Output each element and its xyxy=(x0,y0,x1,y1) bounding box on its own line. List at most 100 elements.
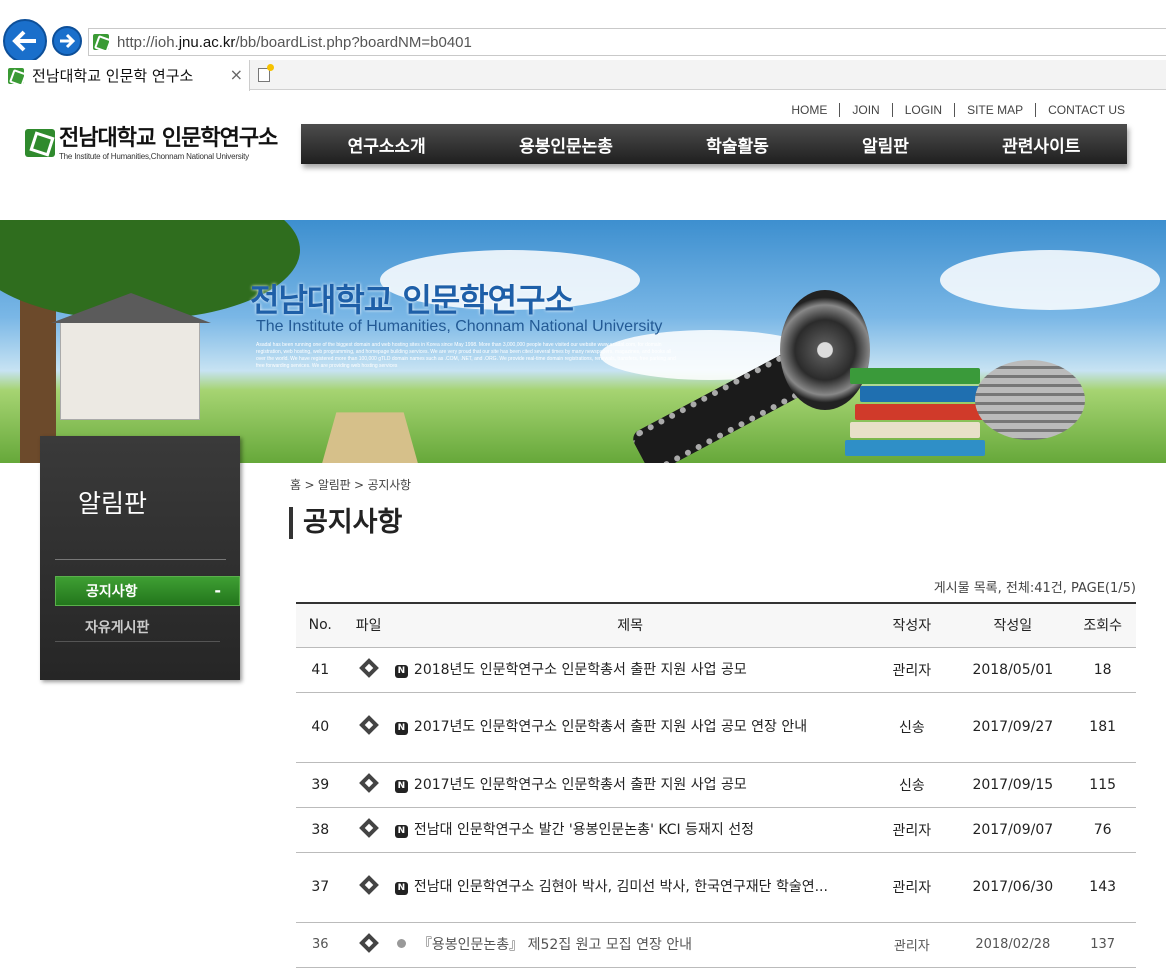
tab-close-icon[interactable]: × xyxy=(230,65,243,84)
attachment-icon[interactable] xyxy=(358,817,379,838)
gnb-item-journal[interactable]: 용봉인문논총 xyxy=(519,132,613,157)
table-row: 39 N 2017년도 인문학연구소 인문학총서 출판 지원 사업 공모 신송 2… xyxy=(296,762,1136,808)
sidebar-item-label: 공지사항 xyxy=(86,584,138,600)
col-author: 작성자 xyxy=(867,603,957,648)
banner-title: 전남대학교 인문학연구소 xyxy=(250,281,574,319)
gnb-item-activities[interactable]: 학술활동 xyxy=(706,132,769,157)
sidebar-item-label: 자유게시판 xyxy=(85,619,150,636)
new-tab-button[interactable] xyxy=(251,62,277,88)
hero-banner: 전남대학교 인문학연구소 The Institute of Humanities… xyxy=(0,220,1166,463)
row-title-cell: N 전남대 인문학연구소 김현아 박사, 김미선 박사, 한국연구재단 학술연..… xyxy=(392,852,868,923)
site-logo[interactable]: 전남대학교 인문학연구소 The Institute of Humanities… xyxy=(25,126,278,161)
row-file xyxy=(344,647,393,693)
table-row: 37 N 전남대 인문학연구소 김현아 박사, 김미선 박사, 한국연구재단 학술… xyxy=(296,852,1136,923)
sidebar-divider xyxy=(55,559,226,560)
row-no: 37 xyxy=(296,852,345,923)
book xyxy=(845,440,985,456)
sidebar-item-notice[interactable]: 공지사항 - xyxy=(55,576,240,606)
notice-new-icon: N xyxy=(394,779,408,793)
notice-new-icon: N xyxy=(394,882,408,895)
util-join-link[interactable]: JOIN xyxy=(840,103,893,117)
page-title: 공지사항 xyxy=(289,507,402,539)
row-date: 2017/09/15 xyxy=(956,762,1070,808)
row-author: 관리자 xyxy=(867,852,957,923)
row-file xyxy=(344,852,393,923)
site-favicon-icon xyxy=(93,34,109,50)
attachment-icon[interactable] xyxy=(358,875,379,895)
address-bar[interactable]: http://ioh.jnu.ac.kr/bb/boardList.php?bo… xyxy=(88,28,1166,56)
row-views: 143 xyxy=(1069,852,1136,923)
film-reel-illustration xyxy=(780,290,870,410)
film-tins-illustration xyxy=(975,360,1085,440)
row-file xyxy=(344,762,393,808)
row-title-link[interactable]: 2017년도 인문학연구소 인문학총서 출판 지원 사업 공모 xyxy=(414,777,747,793)
board-summary: 게시물 목록, 전체:41건, PAGE(1/5) xyxy=(933,581,1136,596)
minus-icon: - xyxy=(214,581,221,600)
main-navigation: 연구소소개 용봉인문논총 학술활동 알림판 관련사이트 xyxy=(301,124,1127,164)
col-date: 작성일 xyxy=(956,603,1070,648)
tab-favicon-icon xyxy=(8,67,24,84)
gnb-item-links[interactable]: 관련사이트 xyxy=(1002,132,1080,157)
sidebar-item-freeboard[interactable]: 자유게시판 xyxy=(55,612,220,642)
logo-subtitle: The Institute of Humanities,Chonnam Nati… xyxy=(59,152,249,161)
attachment-icon[interactable] xyxy=(358,772,379,793)
table-row: 38 N 전남대 인문학연구소 발간 '용봉인문논총' KCI 등재지 선정 관리… xyxy=(296,807,1136,853)
row-views: 115 xyxy=(1069,762,1136,808)
arrow-right-icon xyxy=(60,33,76,49)
book xyxy=(860,386,990,402)
notice-new-icon: N xyxy=(394,664,408,678)
col-no: No. xyxy=(296,603,345,648)
bullet-icon xyxy=(396,938,406,948)
row-file xyxy=(344,807,393,853)
table-row: 40 N 2017년도 인문학연구소 인문학총서 출판 지원 사업 공모 연장 안… xyxy=(296,692,1136,763)
gnb-item-about[interactable]: 연구소소개 xyxy=(348,132,426,157)
breadcrumb: 홈 > 알림판 > 공지사항 xyxy=(290,478,411,492)
browser-toolbar: http://ioh.jnu.ac.kr/bb/boardList.php?bo… xyxy=(0,0,1166,63)
util-home-link[interactable]: HOME xyxy=(779,103,841,117)
notice-new-icon: N xyxy=(394,824,408,838)
row-no: 38 xyxy=(296,807,345,853)
row-title-link[interactable]: 『용봉인문논총』 제52집 원고 모집 연장 안내 xyxy=(418,937,692,953)
notice-new-icon: N xyxy=(394,722,408,735)
row-author: 관리자 xyxy=(867,807,957,853)
row-author: 관리자 xyxy=(867,647,957,693)
row-no: 41 xyxy=(296,647,345,693)
attachment-icon[interactable] xyxy=(358,932,379,953)
row-file xyxy=(344,922,393,968)
row-title-cell: N 2018년도 인문학연구소 인문학총서 출판 지원 사업 공모 xyxy=(392,647,868,693)
sidebar-title: 알림판 xyxy=(78,489,148,518)
col-views: 조회수 xyxy=(1069,603,1136,648)
utility-links: HOME JOIN LOGIN SITE MAP CONTACT US xyxy=(779,103,1125,117)
logo-title: 전남대학교 인문학연구소 xyxy=(59,126,278,151)
row-title-cell: 『용봉인문논총』 제52집 원고 모집 연장 안내 xyxy=(392,922,868,968)
attachment-icon[interactable] xyxy=(358,657,379,678)
back-button[interactable] xyxy=(3,19,47,63)
attachment-icon[interactable] xyxy=(358,715,379,735)
util-sitemap-link[interactable]: SITE MAP xyxy=(955,103,1037,117)
row-date: 2017/09/27 xyxy=(956,692,1070,763)
url-text: http://ioh.jnu.ac.kr/bb/boardList.php?bo… xyxy=(117,33,472,51)
row-title-cell: N 2017년도 인문학연구소 인문학총서 출판 지원 사업 공모 연장 안내 xyxy=(392,692,868,763)
table-header-row: No. 파일 제목 작성자 작성일 조회수 xyxy=(296,603,1136,648)
row-author: 신송 xyxy=(867,762,957,808)
row-title-link[interactable]: 2017년도 인문학연구소 인문학총서 출판 지원 사업 공모 연장 안내 xyxy=(414,719,807,735)
banner-subtitle: The Institute of Humanities, Chonnam Nat… xyxy=(256,318,663,335)
book xyxy=(855,404,990,420)
util-contact-link[interactable]: CONTACT US xyxy=(1036,103,1125,117)
row-title-link[interactable]: 전남대 인문학연구소 김현아 박사, 김미선 박사, 한국연구재단 학술연... xyxy=(414,879,828,895)
house-illustration xyxy=(51,293,211,420)
table-row: 36 『용봉인문논총』 제52집 원고 모집 연장 안내 관리자 2018/02… xyxy=(296,922,1136,968)
row-title-link[interactable]: 전남대 인문학연구소 발간 '용봉인문논총' KCI 등재지 선정 xyxy=(414,822,754,838)
row-date: 2017/06/30 xyxy=(956,852,1070,923)
col-title: 제목 xyxy=(392,603,868,648)
banner-body-text: Asadal has been running one of the bigge… xyxy=(256,342,676,369)
row-author: 관리자 xyxy=(867,922,957,968)
forward-button[interactable] xyxy=(52,26,82,56)
gnb-item-board[interactable]: 알림판 xyxy=(862,132,909,157)
row-title-link[interactable]: 2018년도 인문학연구소 인문학총서 출판 지원 사업 공모 xyxy=(414,662,747,678)
row-date: 2018/02/28 xyxy=(956,922,1070,968)
browser-tab[interactable]: 전남대학교 인문학 연구소 × xyxy=(0,60,250,91)
util-login-link[interactable]: LOGIN xyxy=(893,103,956,117)
row-title-cell: N 전남대 인문학연구소 발간 '용봉인문논총' KCI 등재지 선정 xyxy=(392,807,868,853)
path-illustration xyxy=(320,412,420,463)
